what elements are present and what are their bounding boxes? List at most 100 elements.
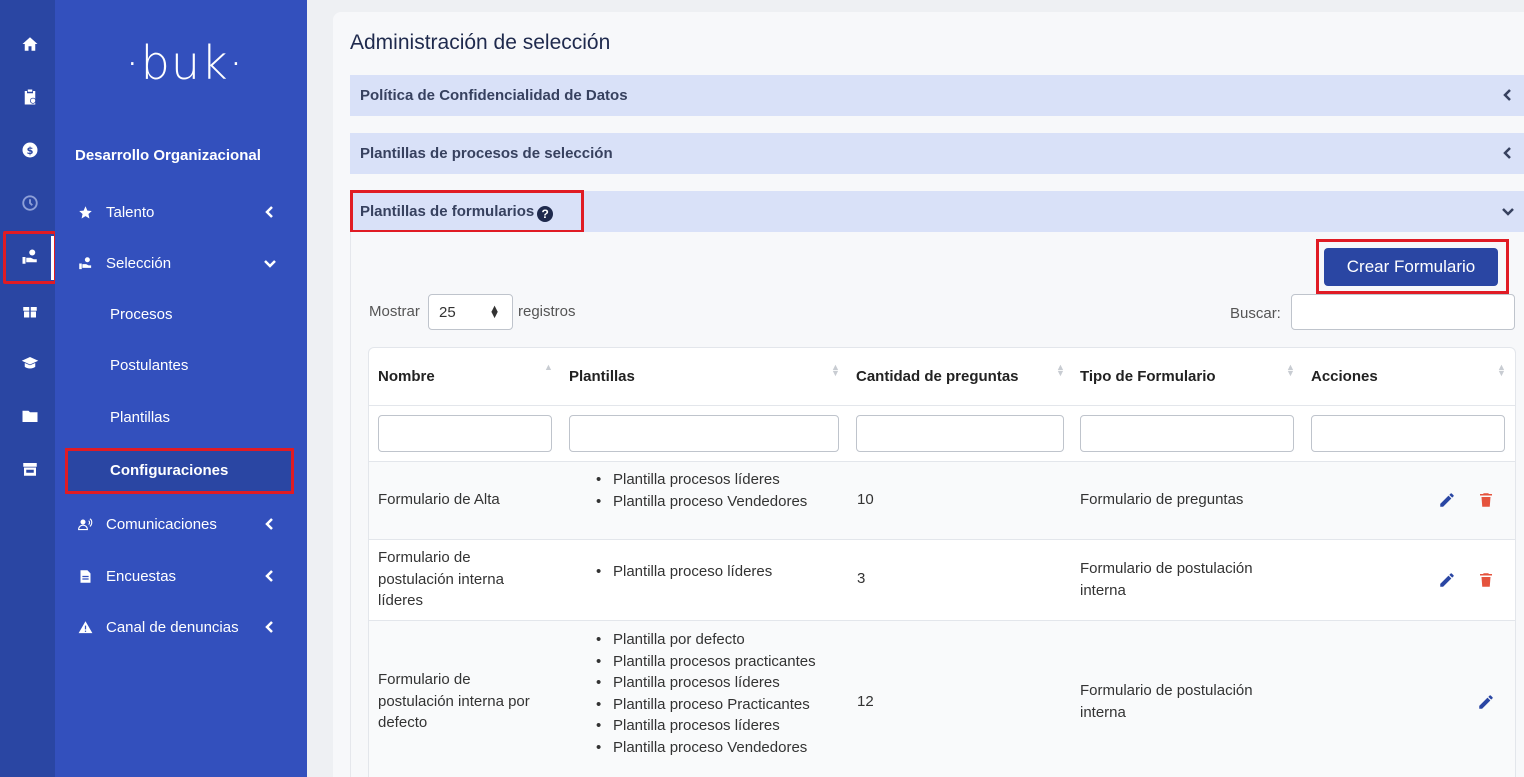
graduation-cap-icon[interactable] (20, 353, 40, 373)
sidebar-subitem-procesos[interactable]: Procesos (110, 306, 173, 323)
sidebar-item-seleccion[interactable]: Selección (55, 248, 307, 278)
sort-icon[interactable]: ▲ ▼ (1056, 363, 1065, 378)
chevron-left-icon (263, 517, 277, 531)
edit-icon[interactable] (1438, 491, 1456, 509)
column-header-tipo[interactable]: Tipo de Formulario (1080, 368, 1216, 385)
store-icon[interactable] (20, 459, 40, 479)
sidebar-item-encuestas[interactable]: Encuestas (55, 561, 307, 591)
search-label: Buscar: (1230, 305, 1281, 322)
clipboard-icon[interactable] (20, 87, 40, 107)
list-item: Plantilla proceso Practicantes (593, 694, 816, 716)
list-item: Plantilla proceso líderes (593, 561, 772, 583)
accordion-title: Plantillas de procesos de selección (360, 145, 613, 162)
sort-updown-icon: ▲ ▼ (489, 303, 500, 321)
row-type: Formulario de postulación interna (1080, 560, 1253, 599)
row-type: Formulario de postulación interna (1080, 682, 1253, 721)
sidebar-item-label: Comunicaciones (106, 515, 217, 533)
column-header-nombre[interactable]: Nombre (378, 368, 435, 385)
column-header-plantillas[interactable]: Plantillas (569, 368, 635, 385)
sidebar-item-comunicaciones[interactable]: Comunicaciones (55, 509, 307, 539)
dollar-icon[interactable]: $ (20, 140, 40, 160)
edit-icon[interactable] (1477, 693, 1495, 711)
rail-active-indicator (51, 236, 54, 280)
sidebar-item-label: Selección (106, 254, 172, 272)
sidebar-item-talento[interactable]: Talento (55, 197, 307, 227)
list-item: Plantilla procesos practicantes (593, 651, 816, 673)
list-item: Plantilla por defecto (593, 629, 816, 651)
filter-nombre-input[interactable] (378, 415, 552, 452)
buk-logo[interactable]: ·buk· (125, 36, 244, 90)
star-icon (77, 204, 93, 220)
page-size-value: 25 (439, 304, 456, 321)
rail-active-highlight (3, 231, 57, 284)
filter-cantidad-input[interactable] (856, 415, 1064, 452)
sort-icon[interactable]: ▲ (544, 363, 553, 372)
clock-icon[interactable] (20, 193, 40, 213)
list-item: Plantilla procesos líderes (593, 672, 816, 694)
megaphone-icon (77, 516, 93, 532)
row-name: Formulario de postulación interna por de… (378, 671, 530, 731)
sidebar-subitem-postulantes[interactable]: Postulantes (110, 357, 188, 374)
page-size-select[interactable]: 25 ▲ ▼ (428, 294, 513, 330)
accordion-politica-confidencialidad[interactable]: Política de Confidencialidad de Datos (350, 75, 1524, 116)
list-item: Plantilla proceso Vendedores (593, 737, 816, 759)
sidebar-subitem-plantillas[interactable]: Plantillas (110, 409, 170, 426)
filter-tipo-input[interactable] (1080, 415, 1294, 452)
trash-icon[interactable] (1477, 491, 1495, 509)
column-header-cantidad[interactable]: Cantidad de preguntas (856, 368, 1019, 385)
trash-icon[interactable] (1477, 571, 1495, 589)
row-name: Formulario de postulación interna lídere… (378, 549, 504, 609)
row-count: 12 (857, 693, 874, 710)
column-header-acciones[interactable]: Acciones (1311, 368, 1378, 385)
chevron-down-icon (263, 256, 277, 270)
row-count: 3 (857, 570, 866, 587)
filter-acciones-input[interactable] (1311, 415, 1505, 452)
icon-rail: $ (0, 0, 57, 777)
row-templates: Plantilla por defecto Plantilla procesos… (593, 629, 816, 758)
warning-icon (77, 619, 93, 635)
chevron-down-icon (1502, 204, 1514, 216)
row-name: Formulario de Alta (378, 491, 500, 508)
sidebar-item-canal-de-denuncias[interactable]: Canal de denuncias (55, 612, 307, 642)
sidebar-subitem-configuraciones[interactable]: Configuraciones (65, 448, 294, 494)
table-row (369, 462, 1515, 539)
accordion-highlight (350, 190, 584, 233)
sort-icon[interactable]: ▲ ▼ (831, 363, 840, 378)
document-icon (77, 568, 93, 584)
sidebar-item-label: Talento (106, 203, 155, 221)
edit-icon[interactable] (1438, 571, 1456, 589)
chevron-left-icon (263, 620, 277, 634)
list-item: Plantilla proceso Vendedores (593, 491, 807, 513)
folder-icon[interactable] (20, 406, 40, 426)
chevron-left-icon (1502, 146, 1514, 159)
hand-person-icon (77, 255, 93, 271)
chevron-left-icon (263, 569, 277, 583)
home-icon[interactable] (20, 34, 40, 54)
table-row (369, 540, 1515, 620)
chevron-left-icon (263, 205, 277, 219)
chevron-left-icon (1502, 88, 1514, 101)
accordion-plantillas-procesos[interactable]: Plantillas de procesos de selección (350, 133, 1524, 174)
row-templates: Plantilla procesos líderes Plantilla pro… (593, 469, 807, 512)
row-count: 10 (857, 491, 874, 508)
search-input[interactable] (1291, 294, 1515, 330)
sidebar-item-label: Encuestas (106, 567, 177, 585)
row-type: Formulario de preguntas (1080, 491, 1244, 508)
list-item: Plantilla procesos líderes (593, 715, 816, 737)
sort-icon[interactable]: ▲ ▼ (1497, 363, 1506, 378)
svg-text:$: $ (27, 146, 34, 157)
page-title: Administración de selección (350, 31, 611, 54)
show-label: Mostrar (369, 303, 420, 320)
sidebar-subitem-label: Configuraciones (110, 462, 229, 479)
list-item: Plantilla procesos líderes (593, 469, 807, 491)
row-templates: Plantilla proceso líderes (593, 561, 772, 583)
gift-icon[interactable] (20, 300, 40, 320)
accordion-title: Política de Confidencialidad de Datos (360, 87, 628, 104)
records-label: registros (518, 303, 576, 320)
filter-plantillas-input[interactable] (569, 415, 839, 452)
sidebar-item-label: Canal de denuncias (106, 618, 239, 636)
sidebar: ·buk· Desarrollo Organizacional Talento … (55, 0, 307, 777)
create-form-button[interactable]: Crear Formulario (1324, 248, 1498, 286)
sort-icon[interactable]: ▲ ▼ (1286, 363, 1295, 378)
sidebar-section-title: Desarrollo Organizacional (75, 147, 261, 164)
